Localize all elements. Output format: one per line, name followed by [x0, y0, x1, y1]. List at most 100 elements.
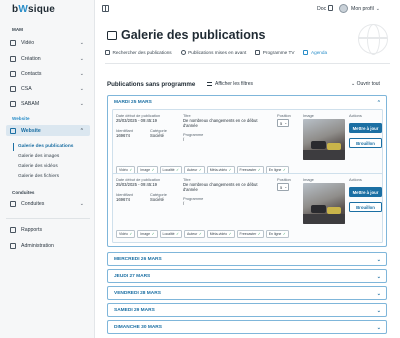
tab-label: Rechercher des publications [112, 50, 172, 55]
date-value: 25/03/2025 - 09:45:19 [116, 118, 157, 123]
logo-accent: W [18, 4, 28, 15]
tag-label: Méta-vidéo [209, 168, 228, 173]
tag-label: En ligne [268, 232, 282, 237]
check-icon: ✓ [282, 168, 286, 173]
show-filters-button[interactable]: Afficher les filtres [207, 81, 253, 87]
sidebar-item-reports[interactable]: Rapports [6, 224, 90, 235]
star-icon [180, 50, 186, 55]
program-label: Programme [183, 132, 204, 137]
pencil-icon [10, 55, 16, 62]
day-header[interactable]: JEUDI 27 MARS ⌄ [108, 270, 386, 283]
title-value[interactable]: De nombreux changements en ce début d'an… [183, 118, 268, 128]
sidebar-item-label: Website [21, 127, 41, 134]
bell-icon[interactable] [328, 5, 333, 11]
filters-label: Afficher les filtres [215, 81, 253, 87]
check-icon: ✓ [228, 168, 232, 173]
sidebar-subitem-publications[interactable]: Galerie des publications [18, 144, 73, 149]
main-content: Doc Mon profil ⌄ Galerie des publication… [95, 0, 400, 338]
doc-link[interactable]: Doc [317, 6, 326, 12]
update-button[interactable]: Mettre à jour [349, 123, 382, 133]
calendar-icon [303, 50, 309, 55]
sidebar-item-creation[interactable]: Création ⌄ [6, 53, 90, 64]
position-label: Position [277, 113, 291, 118]
day-header[interactable]: DIMANCHE 30 MARS ⌄ [108, 321, 386, 334]
filter-icon [207, 82, 212, 86]
sidebar-item-label: Vidéo [21, 39, 35, 46]
draft-button[interactable]: Brouillon [349, 138, 382, 148]
page-title: Galerie des publications [121, 28, 266, 42]
active-subitem-indicator [13, 143, 15, 151]
chevron-down-icon: ⌄ [376, 290, 381, 297]
day-card-wednesday[interactable]: MERCREDI 26 MARS ⌄ [107, 252, 387, 266]
sidebar-subitem-images[interactable]: Galerie des images [18, 154, 59, 159]
sidebar-item-video[interactable]: Vidéo ⌄ [6, 37, 90, 48]
thumb-car [311, 205, 326, 213]
search-icon [105, 50, 110, 55]
admin-icon [10, 242, 16, 249]
section-label-mam: MAM [12, 27, 23, 32]
publication-thumbnail[interactable] [303, 183, 345, 224]
tag-label: Vidéo [119, 232, 128, 237]
app-logo[interactable]: bWsique [12, 4, 55, 15]
chevron-down-icon: ⌄ [376, 273, 381, 280]
contacts-icon [10, 70, 16, 77]
avatar [339, 4, 348, 13]
position-label: Position [277, 177, 291, 182]
day-card-saturday[interactable]: SAMEDI 29 MARS ⌄ [107, 303, 387, 317]
sabam-icon [10, 100, 16, 107]
tab-featured[interactable]: Publications mises en avant [180, 50, 246, 55]
tab-search[interactable]: Rechercher des publications [105, 50, 172, 55]
day-card-tuesday: MARDI 25 MARS ⌃ Date début de publication… [107, 95, 387, 247]
sidebar-item-label: Administration [21, 242, 54, 249]
sidebar-item-contacts[interactable]: Contacts ⌄ [6, 68, 90, 79]
check-icon: ✓ [129, 232, 133, 237]
tab-label: Agenda [310, 50, 328, 55]
tag-auteur: Auteur ✓ [184, 230, 205, 239]
day-header[interactable]: MARDI 25 MARS ⌃ [108, 96, 386, 109]
open-all-button[interactable]: ⌄ Ouvrir tout [351, 81, 380, 87]
sidebar-item-admin[interactable]: Administration [6, 240, 90, 251]
chevron-down-icon: ⌄ [79, 40, 84, 46]
day-card-sunday[interactable]: DIMANCHE 30 MARS ⌄ [107, 320, 387, 334]
position-select[interactable]: 5 ⌄ [277, 183, 289, 191]
day-card-thursday[interactable]: JEUDI 27 MARS ⌄ [107, 269, 387, 283]
globe-icon [358, 24, 388, 55]
update-button[interactable]: Mettre à jour [349, 187, 382, 197]
sidebar-subitem-files[interactable]: Galerie des fichiers [18, 174, 59, 179]
position-select[interactable]: 5 ⌄ [277, 119, 289, 127]
sidebar-item-label: Création [21, 55, 41, 62]
sidebar-item-csa[interactable]: CSA ⌄ [6, 83, 90, 94]
sidebar-item-label: Conduites [21, 200, 45, 207]
section-title: Publications sans programme [107, 81, 196, 88]
sidebar-item-conduites[interactable]: Conduites ⌄ [6, 198, 90, 209]
id-value: 169674 [116, 133, 130, 138]
tag-image: Image ✓ [137, 230, 158, 239]
chevron-down-icon: ⌄ [79, 71, 84, 77]
day-label: SAMEDI 29 MARS [114, 308, 155, 313]
tag-freecaster: Freecaster ✓ [236, 230, 264, 239]
chevron-down-icon: ⌄ [79, 101, 84, 107]
publication-thumbnail[interactable] [303, 119, 345, 160]
day-header[interactable]: SAMEDI 29 MARS ⌄ [108, 304, 386, 317]
sidebar-item-website[interactable]: Website ⌃ [6, 125, 90, 136]
tab-tv-program[interactable]: Programme TV [255, 50, 294, 55]
day-header[interactable]: MERCREDI 26 MARS ⌄ [108, 253, 386, 266]
title-value[interactable]: De nombreux changements en ce début d'an… [183, 182, 268, 192]
position-value: 5 [280, 120, 283, 126]
chevron-down-icon: ⌄ [375, 5, 380, 12]
sidebar-item-sabam[interactable]: SABAM ⌄ [6, 98, 90, 109]
open-all-label: Ouvrir tout [356, 81, 380, 87]
status-tags: Vidéo ✓ Image ✓ Localité ✓ Auteur ✓ Méta-vid… [116, 230, 291, 239]
sidebar-subitem-videos[interactable]: Galerie des vidéos [18, 164, 58, 169]
sidebar-toggle-icon[interactable] [102, 5, 109, 12]
day-card-friday[interactable]: VENDREDI 28 MARS ⌄ [107, 286, 387, 300]
sidebar-item-label: CSA [21, 85, 32, 92]
check-icon: ✓ [198, 168, 202, 173]
tag-label: Méta-vidéo [209, 232, 228, 237]
profile-menu[interactable]: Mon profil ⌄ [339, 4, 380, 13]
day-label: MARDI 25 MARS [114, 100, 152, 105]
tab-agenda[interactable]: Agenda [303, 50, 327, 55]
chevron-down-icon: ⌄ [376, 256, 381, 263]
day-header[interactable]: VENDREDI 28 MARS ⌄ [108, 287, 386, 300]
draft-button[interactable]: Brouillon [349, 202, 382, 212]
